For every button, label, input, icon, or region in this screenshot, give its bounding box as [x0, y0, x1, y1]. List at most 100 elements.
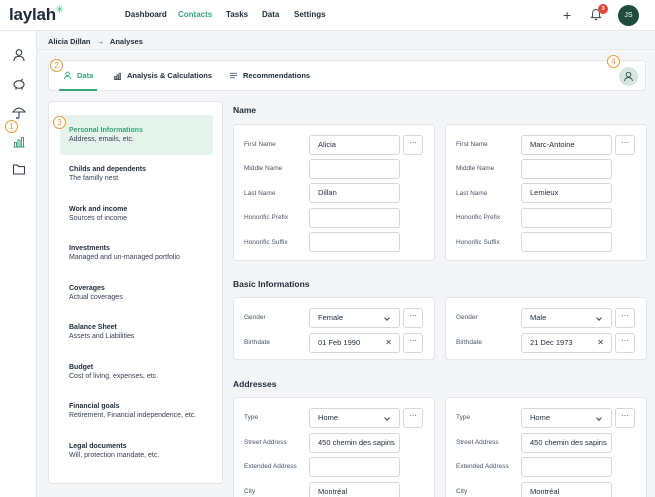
folder-icon[interactable]	[12, 162, 26, 176]
last-name-label: Last Name	[244, 190, 276, 197]
honorific-prefix-input[interactable]	[521, 208, 612, 228]
more-options-button[interactable]: ···	[615, 308, 635, 328]
piggy-bank-icon[interactable]	[12, 77, 26, 91]
menu-item-legal[interactable]: Legal documents Will, protection mandate…	[69, 443, 159, 459]
menu-item-title: Investments	[69, 245, 110, 252]
menu-item-investments[interactable]: Investments Managed and un-managed portf…	[69, 245, 180, 261]
menu-item-coverages[interactable]: Coverages Actual coverages	[69, 285, 123, 301]
tab-recommendations[interactable]: Recommendations	[229, 71, 310, 80]
first-name-input[interactable]: Alicia	[309, 135, 400, 155]
menu-item-goals[interactable]: Financial goals Retirement, Financial in…	[69, 403, 196, 419]
last-name-label: Last Name	[456, 190, 488, 197]
umbrella-icon[interactable]	[12, 105, 26, 119]
more-options-button[interactable]: ···	[403, 333, 423, 353]
tab-bar: Data Analysis & Calculations Recommendat…	[48, 60, 646, 91]
callout-1: 1	[5, 120, 18, 133]
breadcrumb-page: Analyses	[109, 37, 143, 46]
menu-item-title: Financial goals	[69, 403, 120, 410]
extended-address-input[interactable]	[309, 457, 400, 477]
menu-item-subtitle: Sources of income	[69, 215, 127, 222]
menu-item-title: Work and income	[69, 206, 128, 213]
nav-tasks[interactable]: Tasks	[226, 10, 248, 19]
user-avatar[interactable]: JS	[618, 5, 639, 26]
more-options-button[interactable]: ···	[403, 308, 423, 328]
street-label: Street Address	[244, 439, 287, 446]
birthdate-label: Birthdate	[244, 339, 271, 346]
first-name-input[interactable]: Marc-Antoine	[521, 135, 612, 155]
menu-item-subtitle: The familly nest	[69, 175, 119, 182]
tab-data[interactable]: Data	[63, 71, 93, 80]
clear-icon[interactable]: ✕	[597, 334, 604, 352]
add-icon[interactable]: +	[563, 7, 571, 23]
list-icon	[229, 72, 238, 79]
menu-item-title: Childs and dependents	[69, 166, 147, 173]
person-icon	[63, 71, 72, 80]
chart-icon	[113, 72, 122, 80]
tab-analysis-label: Analysis & Calculations	[127, 71, 213, 80]
last-name-input[interactable]: Dillan	[309, 183, 400, 203]
person-icon[interactable]	[12, 48, 26, 62]
middle-name-input[interactable]	[309, 159, 400, 179]
more-options-button[interactable]: ···	[615, 408, 635, 428]
callout-2: 2	[50, 59, 63, 72]
honorific-prefix-input[interactable]	[309, 208, 400, 228]
city-input[interactable]: Montréal	[309, 482, 400, 497]
birthdate-input[interactable]: 01 Feb 1990 ✕	[309, 333, 400, 353]
tab-data-label: Data	[77, 71, 94, 80]
contact-avatar-button[interactable]	[619, 67, 638, 86]
city-label: City	[244, 488, 256, 495]
last-name-input[interactable]: Lemieux	[521, 183, 612, 203]
basic-card-person2: Gender Male ··· Birthdate 21 Dec 1973 ✕ …	[445, 297, 647, 360]
active-tab-indicator	[59, 89, 97, 91]
city-input[interactable]: Montréal	[521, 482, 612, 497]
breadcrumb-contact[interactable]: Alicia Dillan	[48, 37, 91, 46]
honorific-suffix-label: Honorific Suffix	[244, 239, 288, 246]
app-logo[interactable]: laylah	[9, 5, 56, 25]
honorific-prefix-label: Honorific Prefix	[244, 214, 289, 221]
menu-item-title: Coverages	[69, 285, 105, 292]
type-label: Type	[456, 414, 471, 421]
first-name-label: First Name	[244, 141, 276, 148]
address-type-select[interactable]: Home	[521, 408, 612, 428]
clear-icon[interactable]: ✕	[385, 334, 392, 352]
section-menu: Personal Informations Address, emails, e…	[48, 101, 223, 484]
menu-item-title: Legal documents	[69, 443, 127, 450]
menu-item-budget[interactable]: Budget Cost of living, expenses, etc.	[69, 364, 158, 380]
side-rail	[0, 31, 37, 497]
street-input[interactable]: 450 chemin des sapins	[309, 433, 400, 453]
nav-settings[interactable]: Settings	[294, 10, 326, 19]
street-input[interactable]: 450 chemin des sapins	[521, 433, 612, 453]
menu-item-subtitle: Retirement, Financial independence, etc.	[69, 412, 197, 419]
gender-select[interactable]: Male	[521, 308, 612, 328]
more-options-button[interactable]: ···	[403, 408, 423, 428]
menu-item-personal[interactable]: Personal Informations Address, emails, e…	[69, 127, 143, 143]
tab-analysis[interactable]: Analysis & Calculations	[113, 71, 212, 80]
middle-name-input[interactable]	[521, 159, 612, 179]
nav-contacts[interactable]: Contacts	[178, 10, 212, 19]
arrow-right-icon: →	[96, 37, 105, 46]
more-options-button[interactable]: ···	[403, 135, 423, 155]
person-icon	[624, 71, 633, 82]
birthdate-value: 01 Feb 1990	[318, 338, 361, 347]
chart-icon[interactable]	[12, 134, 26, 148]
honorific-suffix-input[interactable]	[309, 232, 400, 252]
birthdate-input[interactable]: 21 Dec 1973 ✕	[521, 333, 612, 353]
more-options-button[interactable]: ···	[615, 333, 635, 353]
menu-item-balance[interactable]: Balance Sheet Assets and Liabilities	[69, 324, 134, 340]
extended-address-label: Extended Address	[456, 463, 509, 470]
nav-dashboard[interactable]: Dashboard	[125, 10, 167, 19]
more-options-button[interactable]: ···	[615, 135, 635, 155]
address-type-select[interactable]: Home	[309, 408, 400, 428]
honorific-suffix-input[interactable]	[521, 232, 612, 252]
birthdate-value: 21 Dec 1973	[530, 338, 573, 347]
extended-address-input[interactable]	[521, 457, 612, 477]
callout-4: 4	[607, 55, 620, 68]
type-label: Type	[244, 414, 259, 421]
menu-item-work[interactable]: Work and income Sources of income	[69, 206, 127, 222]
menu-item-subtitle: Actual coverages	[69, 294, 123, 301]
menu-item-childs[interactable]: Childs and dependents The familly nest	[69, 166, 146, 182]
first-name-label: First Name	[456, 141, 488, 148]
nav-data[interactable]: Data	[262, 10, 279, 19]
gender-select[interactable]: Female	[309, 308, 400, 328]
menu-item-subtitle: Cost of living, expenses, etc.	[69, 373, 159, 380]
